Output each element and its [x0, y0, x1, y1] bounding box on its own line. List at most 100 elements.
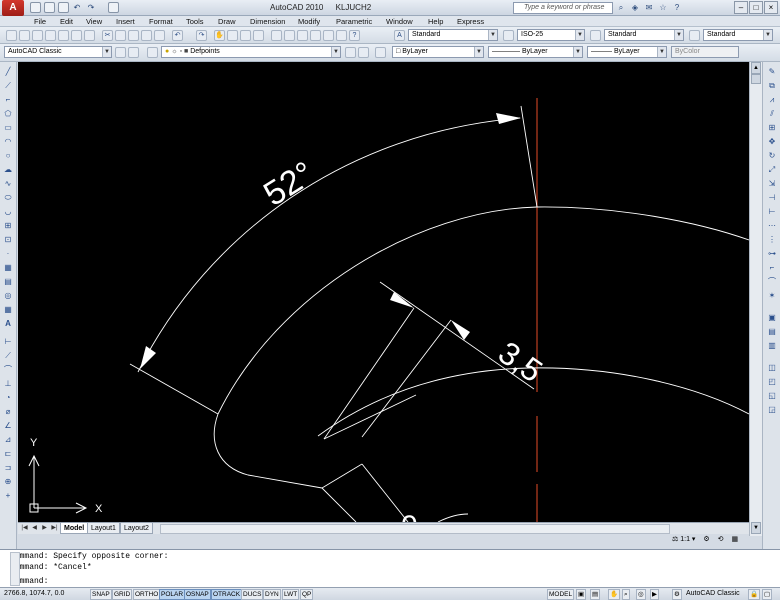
quickcalc-icon[interactable]	[336, 30, 347, 41]
showmotion-icon[interactable]: ▶	[650, 589, 659, 600]
quick-view-layouts-icon[interactable]: ▣	[576, 589, 587, 600]
match-properties-icon[interactable]	[141, 30, 152, 41]
linetype-select[interactable]: ———— ByLayer ▼	[488, 46, 583, 58]
tab-layout1[interactable]: Layout1	[87, 523, 120, 534]
chevron-down-icon[interactable]: ▼	[331, 47, 340, 57]
erase-icon[interactable]: ✎	[766, 66, 778, 77]
multiline-text-icon[interactable]: A	[2, 318, 14, 329]
array-icon[interactable]: ⊞	[766, 122, 778, 133]
paste-icon[interactable]	[128, 30, 139, 41]
workspace-save-icon[interactable]	[128, 47, 139, 58]
chevron-down-icon[interactable]: ▼	[763, 30, 772, 40]
chevron-down-icon[interactable]: ▼	[674, 30, 683, 40]
dimension-ordinate-icon[interactable]: ⊥	[2, 378, 14, 389]
workspace-select[interactable]: AutoCAD Classic ▼	[4, 46, 112, 58]
snap-endpoint-icon[interactable]: ◰	[766, 376, 778, 387]
trim-icon[interactable]: ⊣	[766, 192, 778, 203]
extend-icon[interactable]: ⊢	[766, 206, 778, 217]
vertical-scrollbar[interactable]: ▲ ▼	[749, 62, 762, 536]
search-icon[interactable]: ⌕	[616, 2, 626, 13]
steering-wheel-icon[interactable]: ◎	[636, 589, 646, 600]
dim-style-select[interactable]: ISO-25 ▼	[517, 29, 585, 41]
scroll-down-icon[interactable]: ▼	[751, 522, 761, 534]
layer-properties-icon[interactable]	[147, 47, 158, 58]
chamfer-icon[interactable]: ⌐	[766, 262, 778, 273]
plot-preview-icon[interactable]	[58, 30, 69, 41]
design-center-icon[interactable]	[284, 30, 295, 41]
model-space-button[interactable]: MODEL	[547, 589, 575, 600]
minimize-icon[interactable]: –	[734, 1, 748, 14]
workspace-switch-icon[interactable]: ⚙	[672, 589, 682, 600]
subscription-icon[interactable]: ◈	[630, 2, 640, 13]
menu-express[interactable]: Express	[457, 17, 484, 26]
rotate-icon[interactable]: ↻	[766, 150, 778, 161]
polyline-icon[interactable]: ⌐	[2, 94, 14, 105]
block-editor-icon[interactable]	[154, 30, 165, 41]
spline-icon[interactable]: ∿	[2, 178, 14, 189]
tab-layout2[interactable]: Layout2	[120, 523, 153, 534]
menu-parametric[interactable]: Parametric	[336, 17, 372, 26]
redo-icon[interactable]: ↷	[86, 2, 96, 13]
chevron-down-icon[interactable]: ▼	[657, 47, 666, 57]
table-icon[interactable]: ▦	[2, 304, 14, 315]
chevron-down-icon[interactable]: ▼	[488, 30, 497, 40]
coordinate-readout[interactable]: 2766.8, 1074.7, 0.0	[4, 590, 64, 597]
communication-center-icon[interactable]: ✉	[644, 2, 654, 13]
fillet-icon[interactable]: ⌒	[766, 276, 778, 287]
dimension-linear-icon[interactable]: ⊢	[2, 336, 14, 347]
bring-front-icon[interactable]: ▤	[766, 326, 778, 337]
menu-window[interactable]: Window	[386, 17, 413, 26]
snap-toggle[interactable]: SNAP	[90, 589, 112, 600]
sheet-set-icon[interactable]	[310, 30, 321, 41]
chevron-down-icon[interactable]: ▼	[102, 47, 111, 57]
scroll-up-icon[interactable]: ▲	[751, 62, 761, 74]
insert-block-icon[interactable]: ⊞	[2, 220, 14, 231]
pan-status-icon[interactable]: ✋	[608, 589, 621, 600]
continue-dimension-icon[interactable]: ⊐	[2, 462, 14, 473]
annotation-scale-icon[interactable]: ⚖	[672, 536, 680, 543]
auto-scale-icon[interactable]: ⟲	[718, 536, 724, 543]
break-icon[interactable]: ⋮	[766, 234, 778, 245]
plot-icon[interactable]	[108, 2, 119, 13]
break-at-point-icon[interactable]: ⋯	[766, 220, 778, 231]
pan-icon[interactable]: ✋	[214, 30, 225, 41]
multileader-style-select[interactable]: Standard ▼	[703, 29, 773, 41]
tab-model[interactable]: Model	[60, 523, 89, 534]
workspace-status-label[interactable]: AutoCAD Classic	[686, 590, 740, 597]
maximize-icon[interactable]: □	[749, 1, 763, 14]
dyn-toggle[interactable]: DYN	[263, 589, 281, 600]
next-tab-icon[interactable]: ▶	[40, 524, 49, 533]
close-icon[interactable]: ×	[764, 1, 778, 14]
scale-icon[interactable]: ⤢	[766, 164, 778, 175]
lock-icon[interactable]: 🔒	[748, 589, 761, 600]
menu-view[interactable]: View	[86, 17, 102, 26]
dimension-radius-icon[interactable]: ◔	[2, 392, 14, 403]
menu-modify[interactable]: Modify	[298, 17, 320, 26]
markup-icon[interactable]	[323, 30, 334, 41]
draw-order-icon[interactable]: ▣	[766, 312, 778, 323]
drawing-svg[interactable]: 52° 3,5 0 Y X	[18, 62, 750, 543]
table-style-select[interactable]: Standard ▼	[604, 29, 684, 41]
revcloud-icon[interactable]: ☁	[2, 164, 14, 175]
undo-icon[interactable]: ↶	[172, 30, 183, 41]
osnap-toggle[interactable]: OSNAP	[184, 589, 211, 600]
circle-icon[interactable]: ○	[2, 150, 14, 161]
previous-tab-icon[interactable]: ◀	[30, 524, 39, 533]
redo-icon[interactable]: ↷	[196, 30, 207, 41]
offset-icon[interactable]: ⫽	[766, 108, 778, 119]
mirror-icon[interactable]: ⩘	[766, 94, 778, 105]
join-icon[interactable]: ⊶	[766, 248, 778, 259]
command-scrollbar[interactable]	[10, 552, 20, 586]
3d-dwf-icon[interactable]	[84, 30, 95, 41]
copy-icon[interactable]	[115, 30, 126, 41]
region-icon[interactable]: ◎	[2, 290, 14, 301]
ortho-toggle[interactable]: ORTHO	[133, 589, 161, 600]
point-icon[interactable]: ·	[2, 248, 14, 259]
layer-select[interactable]: ● ☼ ▫ ■ Defpoints ▼	[161, 46, 341, 58]
qnew-icon[interactable]	[6, 30, 17, 41]
annotation-scale-value[interactable]: 1:1	[680, 536, 690, 543]
baseline-dimension-icon[interactable]: ⊏	[2, 448, 14, 459]
object-snap-icon[interactable]: ◫	[766, 362, 778, 373]
snap-center-icon[interactable]: ◲	[766, 404, 778, 415]
zoom-previous-icon[interactable]	[253, 30, 264, 41]
